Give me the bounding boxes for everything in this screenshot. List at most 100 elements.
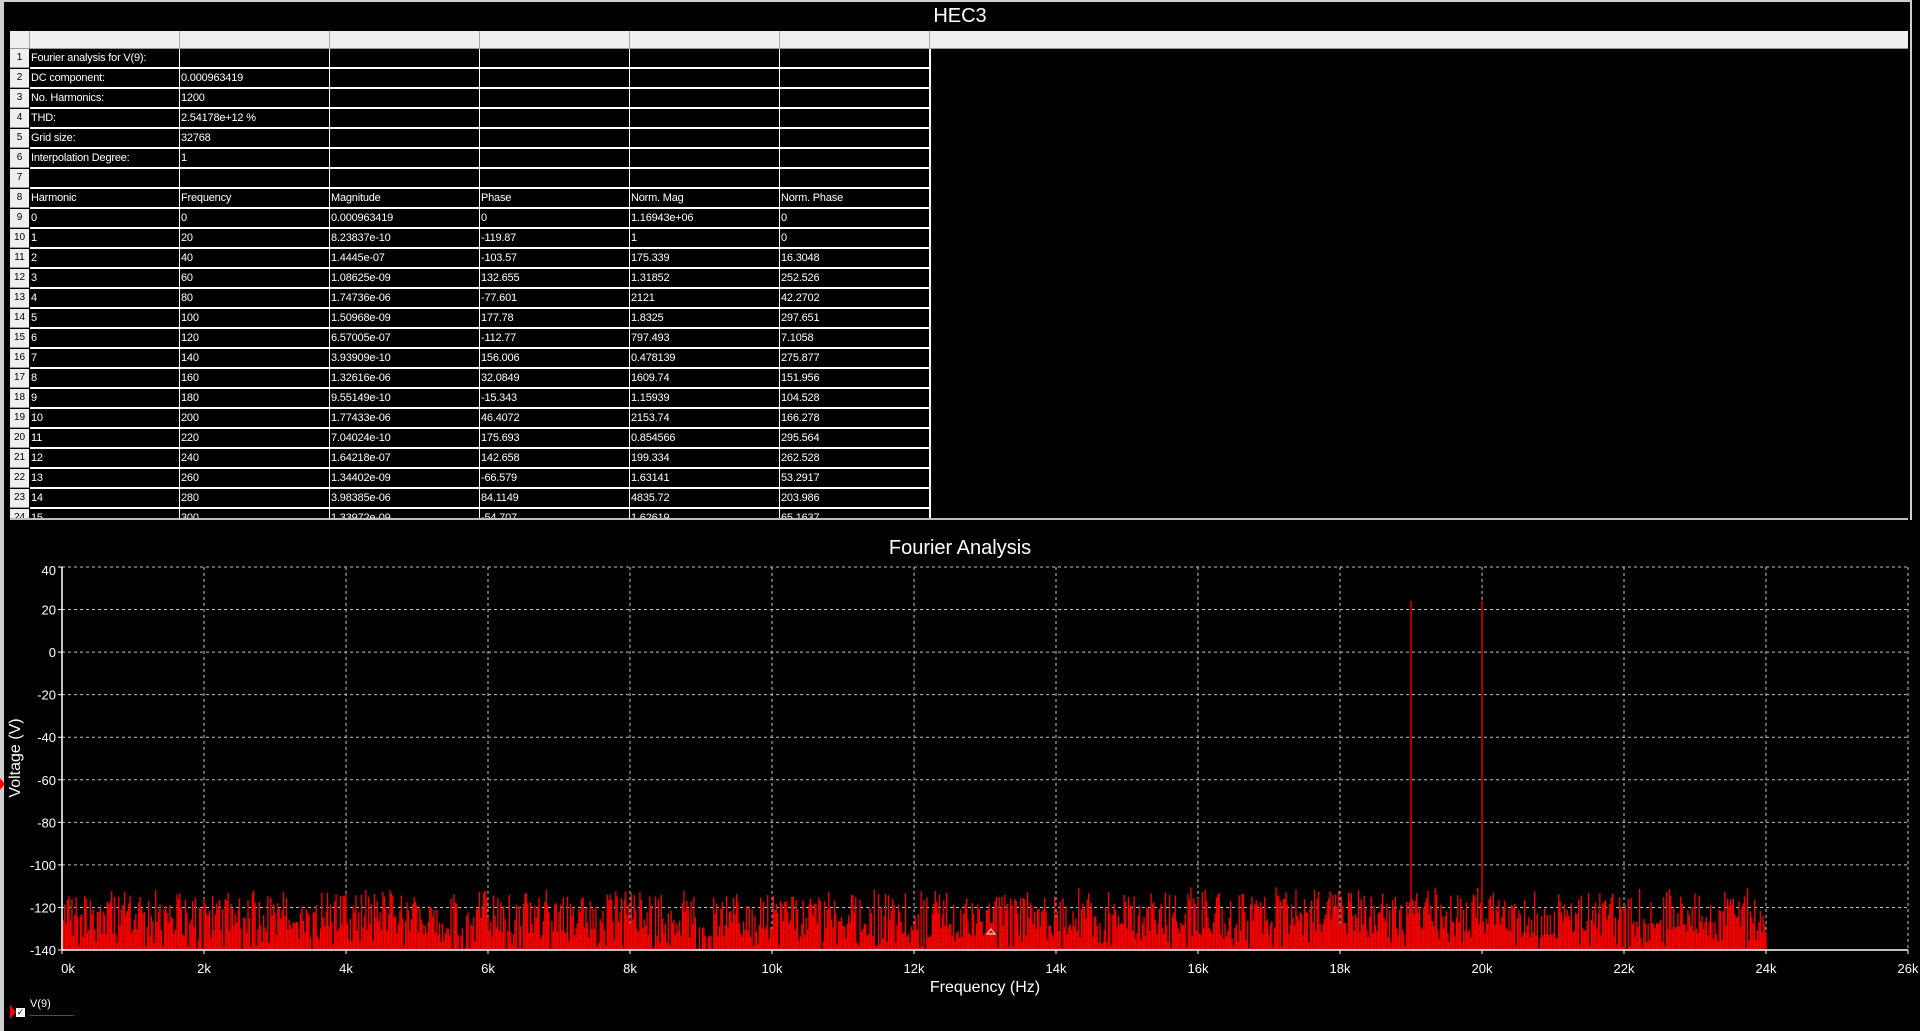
table-cell[interactable] — [480, 149, 631, 169]
row-number[interactable]: 9 — [10, 209, 29, 228]
row-number[interactable]: 6 — [10, 149, 29, 168]
row-number[interactable]: 8 — [10, 189, 29, 208]
table-cell[interactable]: 175.339 — [630, 249, 781, 269]
table-cell[interactable]: 0 — [480, 209, 631, 229]
row-number[interactable]: 15 — [10, 329, 29, 348]
table-cell[interactable]: 1.62619 — [630, 509, 781, 518]
column-header-6[interactable] — [780, 31, 930, 48]
table-cell[interactable]: 199.334 — [630, 449, 781, 469]
table-cell[interactable]: 16.3048 — [780, 249, 931, 269]
table-cell[interactable]: 8.23837e-10 — [330, 229, 481, 249]
table-cell[interactable]: Norm. Phase — [780, 189, 931, 209]
table-cell[interactable]: Magnitude — [330, 189, 481, 209]
table-cell[interactable]: 80 — [180, 289, 331, 309]
column-header-1[interactable] — [30, 31, 180, 48]
table-cell[interactable]: THD: — [30, 109, 181, 129]
corner-header[interactable] — [10, 31, 30, 48]
table-cell[interactable]: 203.986 — [780, 489, 931, 509]
table-cell[interactable]: No. Harmonics: — [30, 89, 181, 109]
table-cell[interactable]: 1.50968e-09 — [330, 309, 481, 329]
column-header-3[interactable] — [330, 31, 480, 48]
table-cell[interactable]: 160 — [180, 369, 331, 389]
table-cell[interactable] — [30, 169, 181, 189]
table-cell[interactable]: 0.000963419 — [330, 209, 481, 229]
table-cell[interactable]: 1200 — [180, 89, 331, 109]
table-cell[interactable]: 7 — [30, 349, 181, 369]
row-number[interactable]: 3 — [10, 89, 29, 108]
table-cell[interactable]: 8 — [30, 369, 181, 389]
table-cell[interactable]: 252.526 — [780, 269, 931, 289]
table-cell[interactable] — [630, 149, 781, 169]
table-cell[interactable]: -103.57 — [480, 249, 631, 269]
row-number[interactable]: 24 — [10, 509, 29, 518]
table-cell[interactable]: 0 — [780, 229, 931, 249]
table-cell[interactable]: 1.63141 — [630, 469, 781, 489]
row-number[interactable]: 21 — [10, 449, 29, 468]
table-cell[interactable]: Fourier analysis for V(9): — [30, 49, 181, 69]
table-cell[interactable]: 6.57005e-07 — [330, 329, 481, 349]
table-cell[interactable]: 0 — [30, 209, 181, 229]
table-cell[interactable]: 1.08625e-09 — [330, 269, 481, 289]
table-cell[interactable]: 151.956 — [780, 369, 931, 389]
row-number[interactable]: 22 — [10, 469, 29, 488]
table-cell[interactable]: -54.707 — [480, 509, 631, 518]
table-cell[interactable]: 300 — [180, 509, 331, 518]
row-number[interactable]: 4 — [10, 109, 29, 128]
table-cell[interactable]: 32768 — [180, 129, 331, 149]
row-number[interactable]: 1 — [10, 49, 29, 68]
table-cell[interactable] — [180, 49, 331, 69]
table-cell[interactable]: 295.564 — [780, 429, 931, 449]
table-cell[interactable]: 9 — [30, 389, 181, 409]
table-cell[interactable]: -77.601 — [480, 289, 631, 309]
table-cell[interactable]: -66.579 — [480, 469, 631, 489]
table-cell[interactable]: 3 — [30, 269, 181, 289]
table-cell[interactable]: 175.693 — [480, 429, 631, 449]
table-cell[interactable] — [480, 109, 631, 129]
table-cell[interactable] — [780, 69, 931, 89]
table-cell[interactable]: 262.528 — [780, 449, 931, 469]
table-cell[interactable]: 7.04024e-10 — [330, 429, 481, 449]
table-cell[interactable] — [330, 169, 481, 189]
table-cell[interactable]: 156.006 — [480, 349, 631, 369]
table-cell[interactable]: 40 — [180, 249, 331, 269]
table-cell[interactable]: 180 — [180, 389, 331, 409]
table-cell[interactable]: 166.278 — [780, 409, 931, 429]
table-cell[interactable]: 12 — [30, 449, 181, 469]
table-cell[interactable]: 53.2917 — [780, 469, 931, 489]
table-cell[interactable]: 1.33972e-09 — [330, 509, 481, 518]
table-cell[interactable]: 1.4445e-07 — [330, 249, 481, 269]
table-cell[interactable] — [330, 49, 481, 69]
table-cell[interactable]: 32.0849 — [480, 369, 631, 389]
table-cell[interactable]: 15 — [30, 509, 181, 518]
row-number[interactable]: 23 — [10, 489, 29, 508]
table-cell[interactable]: 46.4072 — [480, 409, 631, 429]
table-cell[interactable]: 0 — [180, 209, 331, 229]
table-cell[interactable] — [630, 49, 781, 69]
table-cell[interactable] — [480, 89, 631, 109]
column-header-5[interactable] — [630, 31, 780, 48]
table-cell[interactable]: 1609.74 — [630, 369, 781, 389]
table-cell[interactable] — [330, 149, 481, 169]
column-header-4[interactable] — [480, 31, 630, 48]
row-number[interactable]: 17 — [10, 369, 29, 388]
table-cell[interactable]: 0.000963419 — [180, 69, 331, 89]
table-cell[interactable]: 1.32616e-06 — [330, 369, 481, 389]
table-cell[interactable]: 1.74736e-06 — [330, 289, 481, 309]
table-cell[interactable]: 0.478139 — [630, 349, 781, 369]
table-cell[interactable]: 7.1058 — [780, 329, 931, 349]
table-cell[interactable]: 42.2702 — [780, 289, 931, 309]
row-number[interactable]: 13 — [10, 289, 29, 308]
table-cell[interactable]: 142.658 — [480, 449, 631, 469]
table-cell[interactable]: -15.343 — [480, 389, 631, 409]
table-cell[interactable]: 220 — [180, 429, 331, 449]
table-cell[interactable]: 2121 — [630, 289, 781, 309]
row-number[interactable]: 18 — [10, 389, 29, 408]
table-cell[interactable]: 275.877 — [780, 349, 931, 369]
legend-checkbox-v9[interactable]: ✓ — [16, 1008, 25, 1017]
table-cell[interactable] — [630, 129, 781, 149]
fourier-chart[interactable]: 40 20 0 -20 -40 -60 -80 -100 -120 -140 0k 2k 4k 6k 8k 1… — [0, 520, 1920, 1031]
table-cell[interactable]: 1 — [180, 149, 331, 169]
table-cell[interactable]: 132.655 — [480, 269, 631, 289]
table-cell[interactable]: 177.78 — [480, 309, 631, 329]
table-cell[interactable] — [630, 109, 781, 129]
